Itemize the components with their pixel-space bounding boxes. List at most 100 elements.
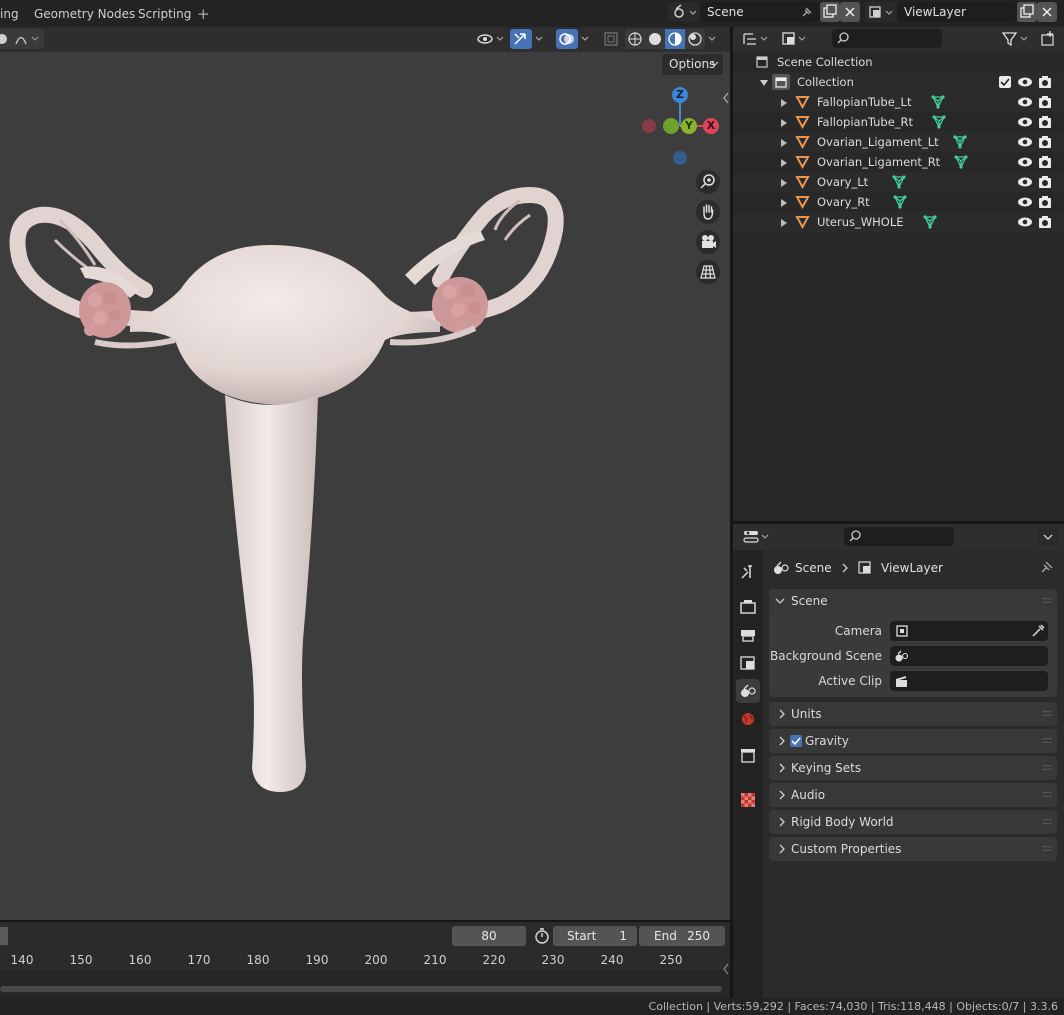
proportional-edit-group[interactable] — [0, 29, 44, 49]
material-shading-button[interactable] — [665, 29, 685, 49]
projection-toggle-button[interactable] — [696, 260, 720, 284]
camera-icon[interactable] — [1037, 174, 1053, 190]
collection-row[interactable]: Collection — [733, 72, 1064, 92]
eye-icon[interactable] — [1017, 215, 1033, 229]
wireframe-shading-icon[interactable] — [625, 29, 645, 49]
camera-field[interactable] — [890, 621, 1048, 641]
xray-toggle-button[interactable] — [600, 29, 622, 49]
eye-icon[interactable] — [1017, 195, 1033, 209]
panel-custom-properties[interactable]: Custom Properties:::: — [769, 837, 1057, 861]
eye-icon[interactable] — [1017, 75, 1033, 89]
expand-arrow-icon[interactable] — [780, 158, 788, 168]
gizmo-dropdown[interactable] — [532, 29, 548, 49]
options-button[interactable]: Options — [662, 54, 723, 75]
camera-icon[interactable] — [1037, 94, 1053, 110]
delete-viewlayer-button[interactable] — [1037, 2, 1057, 22]
expand-arrow-icon[interactable] — [780, 198, 788, 208]
tab-view-layer[interactable] — [736, 651, 760, 675]
mesh-data-icon[interactable] — [952, 134, 968, 150]
scene-browse-button[interactable] — [668, 2, 700, 22]
uterus-model[interactable] — [0, 170, 600, 810]
gizmo-toggle-button[interactable] — [510, 29, 532, 49]
add-workspace-button[interactable]: + — [197, 0, 210, 27]
pin-icon[interactable] — [800, 5, 814, 19]
drag-handle-icon[interactable]: :::: — [1042, 810, 1053, 834]
camera-view-button[interactable] — [696, 230, 720, 254]
scene-panel-header[interactable]: Scene :::: — [769, 589, 1057, 613]
new-viewlayer-button[interactable] — [1017, 2, 1037, 22]
eye-icon[interactable] — [1017, 155, 1033, 169]
timeline-marker-handle[interactable] — [0, 927, 8, 945]
scene-name-field[interactable]: Scene — [700, 2, 820, 22]
camera-icon[interactable] — [1037, 214, 1053, 230]
shading-dropdown[interactable] — [705, 29, 721, 49]
camera-icon[interactable] — [1037, 114, 1053, 130]
mesh-data-icon[interactable] — [892, 194, 908, 210]
expand-arrow-icon[interactable] — [780, 118, 788, 128]
drag-handle-icon[interactable]: :::: — [1042, 756, 1053, 780]
keyframe-area[interactable] — [0, 970, 730, 998]
overlay-dropdown[interactable] — [578, 29, 594, 49]
drag-handle-icon[interactable]: :::: — [1042, 729, 1053, 753]
viewlayer-name-field[interactable]: ViewLayer — [897, 2, 1017, 22]
tab-collection[interactable] — [736, 744, 760, 768]
mesh-data-icon[interactable] — [953, 154, 969, 170]
outliner-search-input[interactable] — [832, 29, 942, 48]
mesh-data-icon[interactable] — [891, 174, 907, 190]
outliner-object-row[interactable]: Ovary_Rt — [733, 192, 1064, 212]
mesh-data-icon[interactable] — [922, 214, 938, 230]
gravity-checkbox[interactable] — [790, 735, 802, 747]
properties-search-input[interactable] — [844, 527, 954, 546]
outliner-object-row[interactable]: Ovarian_Ligament_Lt — [733, 132, 1064, 152]
delete-scene-button[interactable] — [840, 2, 860, 22]
panel-audio[interactable]: Audio:::: — [769, 783, 1057, 807]
workspace-tab-animation[interactable]: ing — [0, 0, 19, 27]
timer-icon[interactable] — [533, 927, 551, 945]
camera-icon[interactable] — [1037, 74, 1053, 90]
eye-icon[interactable] — [1017, 135, 1033, 149]
viewlayer-browse-button[interactable] — [865, 2, 897, 22]
eye-icon[interactable] — [1017, 115, 1033, 129]
outliner-object-row[interactable]: Ovary_Lt — [733, 172, 1064, 192]
drag-handle-icon[interactable]: :::: — [1042, 783, 1053, 807]
tab-world[interactable] — [736, 707, 760, 731]
pin-icon[interactable] — [1039, 559, 1055, 575]
outliner-object-row[interactable]: Uterus_WHOLE — [733, 212, 1064, 232]
expand-arrow-icon[interactable] — [780, 218, 788, 228]
zoom-button[interactable] — [696, 170, 720, 194]
properties-editor-type[interactable] — [741, 527, 773, 547]
mesh-data-icon[interactable] — [931, 114, 947, 130]
scene-collection-row[interactable]: Scene Collection — [733, 52, 1064, 72]
visibility-dropdown[interactable] — [474, 29, 506, 49]
expand-arrow-icon[interactable] — [780, 138, 788, 148]
panel-rigid-body-world[interactable]: Rigid Body World:::: — [769, 810, 1057, 834]
overlay-toggle-button[interactable] — [556, 29, 578, 49]
neg-z-axis[interactable] — [673, 151, 687, 165]
outliner-object-row[interactable]: FallopianTube_Rt — [733, 112, 1064, 132]
new-collection-button[interactable] — [1038, 29, 1058, 49]
drag-handle-icon[interactable]: :::: — [1042, 589, 1053, 613]
rendered-shading-icon[interactable] — [685, 29, 705, 49]
workspace-tab-scripting[interactable]: Scripting — [138, 0, 191, 27]
start-frame-field[interactable]: Start 1 — [553, 926, 637, 946]
outliner-filter-button[interactable] — [1000, 29, 1032, 49]
panel-keying-sets[interactable]: Keying Sets:::: — [769, 756, 1057, 780]
camera-icon[interactable] — [1037, 134, 1053, 150]
neg-x-axis[interactable] — [642, 119, 656, 133]
pan-button[interactable] — [696, 200, 720, 224]
properties-options-dropdown[interactable] — [1038, 527, 1058, 547]
expand-arrow-icon[interactable] — [780, 98, 788, 108]
outliner-object-row[interactable]: Ovarian_Ligament_Rt — [733, 152, 1064, 172]
eye-icon[interactable] — [1017, 95, 1033, 109]
expand-arrow-icon[interactable] — [759, 78, 769, 88]
tab-render[interactable] — [736, 595, 760, 619]
workspace-tab-geometry-nodes[interactable]: Geometry Nodes — [34, 0, 135, 27]
collection-exclude-checkbox[interactable] — [999, 76, 1011, 88]
camera-icon[interactable] — [1037, 154, 1053, 170]
current-frame-field[interactable]: 80 — [452, 926, 526, 946]
background-scene-field[interactable] — [890, 646, 1048, 666]
outliner-object-row[interactable]: FallopianTube_Lt — [733, 92, 1064, 112]
tab-tool[interactable] — [736, 560, 760, 584]
eyedropper-icon[interactable] — [1030, 623, 1046, 639]
tab-scene[interactable] — [736, 679, 760, 703]
